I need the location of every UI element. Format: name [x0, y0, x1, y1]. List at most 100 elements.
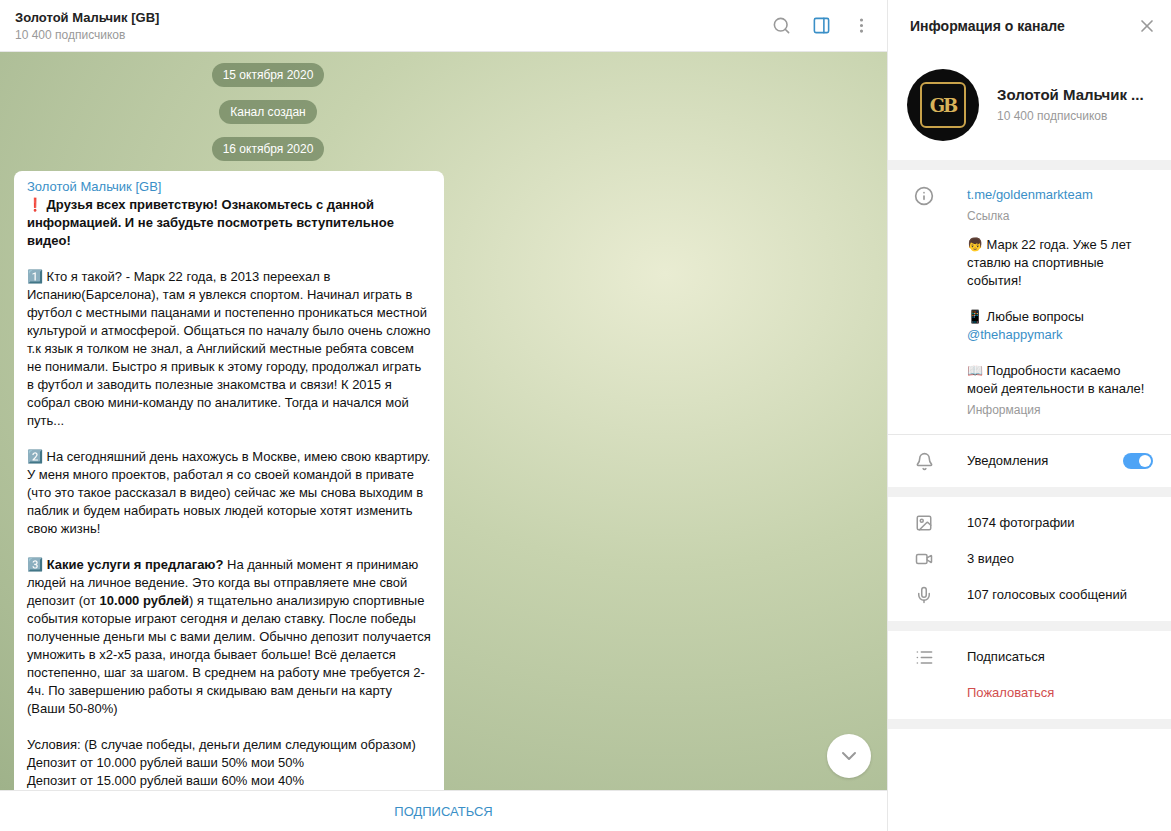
channel-name: Золотой Мальчик ...	[997, 86, 1144, 103]
media-label: 1074 фотографии	[967, 513, 1153, 533]
chat-header-texts: Золотой Мальчик [GB] 10 400 подписчиков	[15, 10, 769, 42]
message-text: 3️⃣	[27, 557, 47, 572]
close-icon	[1137, 16, 1157, 36]
description-paragraph: 📱 Любые вопросы @thehappymark	[967, 308, 1153, 344]
channel-profile: GB Золотой Мальчик ... 10 400 подписчиков	[888, 52, 1171, 160]
channel-description: 👦 Марк 22 года. Уже 5 лет ставлю на спор…	[967, 228, 1153, 398]
message-line: 2️⃣ На сегодняшний день нахожусь в Москв…	[27, 448, 431, 538]
more-icon	[852, 16, 871, 35]
description-paragraph: 📖 Подробности касаемо моей деятельности …	[967, 362, 1153, 398]
sidebar-icon	[812, 16, 831, 35]
action-icon-slot	[913, 683, 935, 703]
service-message: 15 октября 2020	[212, 63, 325, 87]
media-row[interactable]: 3 видео	[888, 541, 1171, 577]
media-icon-slot	[913, 585, 935, 605]
message-text: ❗ Друзья всех приветствую! Ознакомьтесь …	[27, 197, 394, 248]
divider	[888, 434, 1171, 435]
message-text: Какие услуги я предлагаю?	[47, 557, 224, 572]
description-link[interactable]: @thehappymark	[967, 327, 1063, 342]
message-bubble: Золотой Мальчик [GB] ❗ Друзья всех привет…	[14, 171, 444, 790]
chat-subscribers: 10 400 подписчиков	[15, 28, 769, 42]
profile-texts: Золотой Мальчик ... 10 400 подписчиков	[997, 86, 1144, 124]
media-icon-slot	[913, 513, 935, 533]
media-body: 1074 фотографии	[967, 513, 1153, 533]
media-row[interactable]: 107 голосовых сообщений	[888, 577, 1171, 613]
message-paragraph: Условия: (В случае победы, деньги делим …	[27, 736, 431, 790]
notifications-body: Уведомления	[967, 451, 1091, 471]
message-text: 10.000 рублей	[100, 593, 189, 608]
message-paragraph: 3️⃣ Какие услуги я предлагаю? На данный …	[27, 556, 431, 718]
media-row[interactable]: 1074 фотографии	[888, 505, 1171, 541]
message-line: 3️⃣ Какие услуги я предлагаю? На данный …	[27, 556, 431, 718]
message-text: Депозит от 10.000 рублей ваши 50% мои 50…	[27, 755, 304, 770]
chevron-down-icon	[837, 744, 861, 768]
media-label: 107 голосовых сообщений	[967, 585, 1153, 605]
header-icons	[769, 14, 873, 38]
info-panel-header: Информация о канале	[888, 0, 1171, 52]
scroll-down-button[interactable]	[827, 734, 871, 778]
message-feed: 15 октября 2020 Канал создан 16 октября 20…	[0, 52, 536, 790]
list-icon	[915, 648, 934, 667]
message-line: Депозит от 15.000 рублей ваши 60% мои 40…	[27, 772, 431, 790]
action-icon-slot	[913, 647, 935, 667]
report-row[interactable]: Пожаловаться	[888, 675, 1171, 711]
toggle-knob	[1139, 455, 1151, 467]
message-sender: Золотой Мальчик [GB]	[27, 179, 431, 195]
message-line: Депозит от 10.000 рублей ваши 50% мои 50…	[27, 754, 431, 772]
close-button[interactable]	[1135, 14, 1159, 38]
message-text: 2️⃣ На сегодняшний день нахожусь в Москв…	[27, 449, 430, 536]
info-panel: Информация о канале GB Золотой Мальчик ...…	[887, 0, 1171, 831]
chat-header: Золотой Мальчик [GB] 10 400 подписчиков	[0, 0, 887, 52]
actions-section: Подписаться Пожаловаться	[888, 631, 1171, 719]
description-text: 📱 Любые вопросы	[967, 309, 1084, 324]
chat-title: Золотой Мальчик [GB]	[15, 10, 769, 25]
search-button[interactable]	[769, 14, 793, 38]
info-panel-toggle[interactable]	[809, 14, 833, 38]
message-text: ) я тщательно анализирую спортивные собы…	[27, 593, 431, 716]
description-text: 👦 Марк 22 года. Уже 5 лет ставлю на спор…	[967, 237, 1131, 288]
logo: GB	[920, 82, 966, 128]
more-button[interactable]	[849, 14, 873, 38]
media-body: 107 голосовых сообщений	[967, 585, 1153, 605]
action-label: Подписаться	[967, 647, 1153, 667]
action-body: Подписаться	[967, 647, 1153, 667]
media-body: 3 видео	[967, 549, 1153, 569]
service-message: 16 октября 2020	[212, 137, 325, 161]
channel-subscribers: 10 400 подписчиков	[997, 108, 1144, 124]
description-label: Информация	[967, 402, 1153, 418]
message-paragraph: 1️⃣ Кто я такой? - Марк 22 года, в 2013 …	[27, 268, 431, 430]
notifications-toggle[interactable]	[1123, 453, 1153, 469]
link-label: Ссылка	[967, 208, 1153, 224]
video-icon	[915, 550, 933, 568]
channel-avatar[interactable]: GB	[907, 69, 979, 141]
service-message: Канал создан	[219, 100, 317, 124]
action-label: Пожаловаться	[967, 683, 1153, 703]
info-icon	[914, 186, 934, 206]
message-paragraph: 2️⃣ На сегодняшний день нахожусь в Москв…	[27, 448, 431, 538]
subscribe-row[interactable]: Подписаться	[888, 639, 1171, 675]
notifications-row: Уведомления	[888, 443, 1171, 479]
info-section: t.me/goldenmarkteam Ссылка 👦 Марк 22 года.…	[888, 170, 1171, 487]
info-body: t.me/goldenmarkteam Ссылка 👦 Марк 22 года.…	[967, 186, 1153, 418]
info-panel-top: Информация о канале GB Золотой Мальчик ...…	[888, 0, 1171, 160]
info-panel-title: Информация о канале	[910, 18, 1135, 34]
description-text: 📖 Подробности касаемо моей деятельности …	[967, 363, 1144, 396]
media-section: 1074 фотографии 3 видео 107 голосовых сооб…	[888, 497, 1171, 621]
image-icon	[915, 514, 933, 532]
bell-icon	[915, 452, 934, 471]
notifications-label: Уведомления	[967, 451, 1091, 471]
info-row: t.me/goldenmarkteam Ссылка 👦 Марк 22 года.…	[888, 178, 1171, 426]
message-text: 1️⃣ Кто я такой? - Марк 22 года, в 2013 …	[27, 269, 431, 428]
microphone-icon	[915, 586, 933, 604]
panel-filler	[888, 729, 1171, 831]
media-icon-slot	[913, 549, 935, 569]
subscribe-button[interactable]: ПОДПИСАТЬСЯ	[0, 790, 887, 831]
bell-icon-slot	[913, 451, 935, 471]
telegram-window: Золотой Мальчик [GB] 10 400 подписчиков 15…	[0, 0, 1171, 831]
channel-link[interactable]: t.me/goldenmarkteam	[967, 186, 1153, 204]
message-line: ❗ Друзья всех приветствую! Ознакомьтесь …	[27, 196, 431, 250]
message-paragraph: ❗ Друзья всех приветствую! Ознакомьтесь …	[27, 196, 431, 250]
message-text: Депозит от 15.000 рублей ваши 60% мои 40…	[27, 773, 304, 788]
info-icon-slot	[913, 186, 935, 206]
media-label: 3 видео	[967, 549, 1153, 569]
